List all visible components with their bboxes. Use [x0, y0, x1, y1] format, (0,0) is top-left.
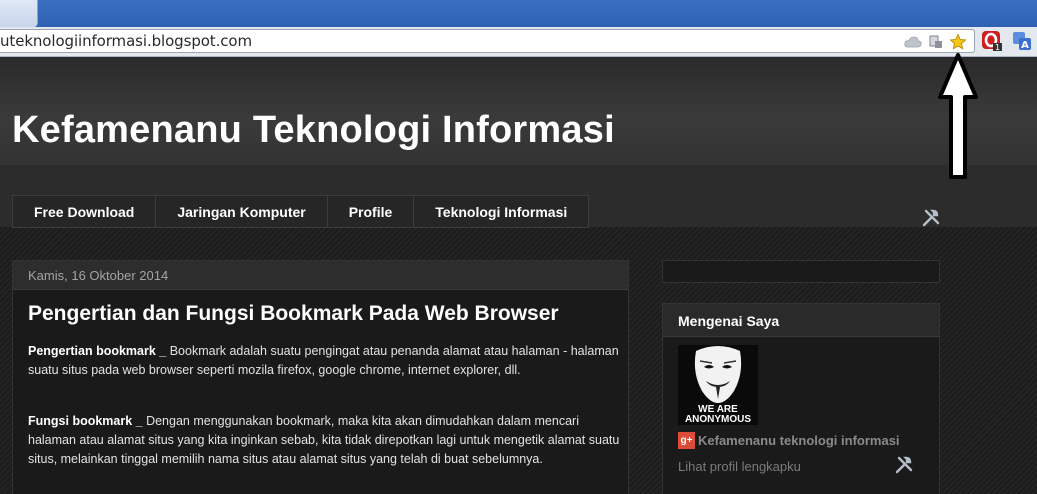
widget-title: Mengenai Saya: [678, 313, 780, 329]
annotation-arrow-icon: [938, 53, 978, 179]
google-plus-icon[interactable]: g+: [678, 432, 695, 449]
widget-header: Mengenai Saya: [663, 304, 939, 337]
page-action-icon[interactable]: [927, 33, 945, 50]
tab-free-download[interactable]: Free Download: [13, 196, 157, 227]
browser-tab[interactable]: [0, 0, 38, 27]
post-date: Kamis, 16 Oktober 2014: [28, 268, 169, 283]
tabs-wrench-icon[interactable]: [920, 207, 942, 229]
post-paragraph-1: Pengertian bookmark _ Bookmark adalah su…: [28, 342, 620, 380]
view-profile-link[interactable]: Lihat profil lengkapku: [678, 459, 801, 474]
anonymous-mask-icon: [694, 346, 742, 403]
tab-jaringan-komputer[interactable]: Jaringan Komputer: [156, 196, 328, 227]
post-date-bar: Kamis, 16 Oktober 2014: [13, 261, 628, 290]
blog-page: Kefamenanu Teknologi Informasi Free Down…: [0, 57, 1037, 494]
address-bar[interactable]: uteknologiinformasi.blogspot.com: [0, 29, 975, 53]
avatar-caption-2: ANONYMOUS: [684, 414, 752, 425]
url-text[interactable]: uteknologiinformasi.blogspot.com: [0, 32, 252, 50]
svg-text:1: 1: [995, 43, 1000, 52]
post-title[interactable]: Pengertian dan Fungsi Bookmark Pada Web …: [28, 302, 559, 326]
blog-post: Kamis, 16 Oktober 2014 Pengertian dan Fu…: [12, 260, 629, 494]
about-me-widget: Mengenai Saya WE ARE ANONYMOUS g+ Kefame…: [662, 303, 940, 494]
post-paragraph-2: Fungsi bookmark _ Dengan menggunakan boo…: [28, 412, 620, 469]
bookmark-star-icon[interactable]: [949, 32, 967, 50]
widget-wrench-icon[interactable]: [893, 454, 915, 476]
opera-extension-icon[interactable]: 1: [981, 30, 1003, 52]
blog-title[interactable]: Kefamenanu Teknologi Informasi: [12, 109, 615, 152]
paragraph-2-lead: Fungsi bookmark _: [28, 414, 143, 428]
tab-profile[interactable]: Profile: [328, 196, 415, 227]
blog-header: Kefamenanu Teknologi Informasi: [0, 57, 1037, 165]
profile-name-link[interactable]: Kefamenanu teknologi informasi: [698, 433, 900, 448]
cloud-icon[interactable]: [904, 33, 922, 50]
tab-teknologi-informasi[interactable]: Teknologi Informasi: [414, 196, 588, 227]
avatar[interactable]: WE ARE ANONYMOUS: [678, 345, 758, 425]
translate-icon[interactable]: A: [1011, 30, 1033, 52]
paragraph-1-lead: Pengertian bookmark _: [28, 344, 167, 358]
svg-text:A: A: [1021, 40, 1029, 51]
sidebar-top-widget: [662, 260, 940, 283]
browser-tabstrip: [0, 0, 1037, 27]
blog-nav-tabs: Free Download Jaringan Komputer Profile …: [12, 195, 590, 228]
